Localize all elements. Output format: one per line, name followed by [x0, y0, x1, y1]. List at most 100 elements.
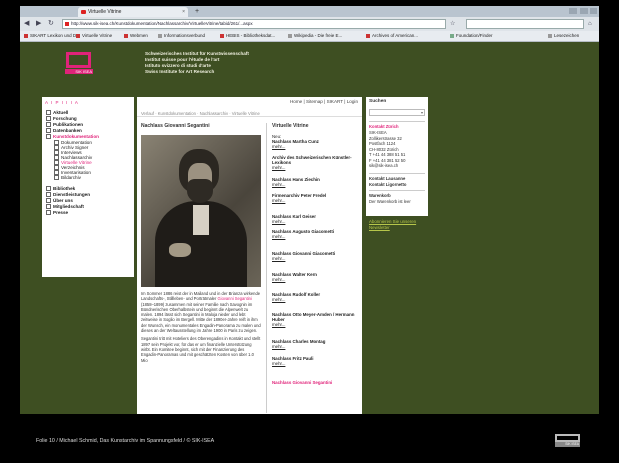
vitrine-item[interactable]: Nachlass Charles Montag mehr...: [272, 339, 358, 349]
mehr-link[interactable]: mehr...: [272, 256, 358, 261]
text-size-tools[interactable]: A I P I I I A: [45, 100, 79, 105]
slide: Virtuelle Vitrine × + ◀ ▶ ↻ http://www.s…: [0, 0, 619, 463]
contact-line: Postfach 1124: [369, 141, 396, 146]
url-bar[interactable]: http://www.sik-isea.ch/Kunstdokumentatio…: [62, 19, 446, 29]
mehr-link[interactable]: mehr...: [272, 297, 358, 302]
close-tab-icon[interactable]: ×: [182, 7, 185, 17]
logo-caption: SIK ISEA: [65, 69, 93, 74]
close-window-icon[interactable]: [590, 8, 597, 14]
vitrine-item[interactable]: Nachlass Fritz Pauli mehr...: [272, 356, 358, 366]
warenkorb-title: Warenkorb: [369, 193, 391, 198]
vitrine-item[interactable]: Nachlass Karl Geiser mehr...: [272, 214, 358, 224]
bookmark-item[interactable]: Foundation/Finder: [450, 31, 493, 41]
bullet-icon: [46, 134, 51, 140]
mehr-link[interactable]: mehr...: [272, 198, 358, 203]
contact-line: T +41 44 388 51 51: [369, 152, 406, 157]
tab-virtuelle-vitrine[interactable]: Virtuelle Vitrine ×: [78, 7, 188, 17]
vitrine-item[interactable]: Nachlass Hans Ziechin mehr...: [272, 177, 358, 187]
kontakt-lugano-link[interactable]: Kontakt Ligornetto: [369, 182, 406, 187]
mehr-link[interactable]: mehr...: [272, 361, 358, 366]
mehr-link[interactable]: mehr...: [272, 165, 358, 170]
bookmarks-bar: SIKART Lexikon und D... Virtuelle Vitrin…: [20, 31, 599, 42]
left-navigation: A I P I I I A Aktuell Forschung Publikatio…: [42, 97, 134, 277]
vitrine-item[interactable]: Nachlass Augusto Giacometti mehr...: [272, 229, 358, 239]
abonnieren-link[interactable]: Abonnieren Sie unseren: [369, 219, 416, 224]
home-icon[interactable]: ⌂: [588, 19, 592, 29]
segantini-portrait-image: [141, 135, 261, 287]
warenkorb-text: Der Warenkorb ist leer: [369, 199, 411, 204]
left-nav-item[interactable]: Bibliothek: [46, 186, 75, 192]
vitrine-item[interactable]: Nachlass Otto Meyer-Amden / Hermann Hube…: [272, 312, 358, 328]
bookmark-item[interactable]: Lesezeichen: [548, 31, 579, 41]
vitrine-heading: Virtuelle Vitrine: [272, 123, 309, 129]
bookmark-star-icon[interactable]: ☆: [450, 19, 455, 29]
breadcrumb[interactable]: Verlauf · Kunstdokumentation · Nachlassa…: [137, 110, 362, 117]
mehr-link[interactable]: mehr...: [272, 277, 358, 282]
left-nav-item[interactable]: Presse: [46, 210, 68, 216]
divider: [369, 190, 425, 191]
bookmark-item[interactable]: Webmen: [124, 31, 148, 41]
vitrine-item[interactable]: Nachlass Rudolf Koller mehr...: [272, 292, 358, 302]
right-sidebar: Suchen Kontakt Zürich SIK-ISEA Zollikerst…: [366, 97, 428, 216]
sik-isea-logo[interactable]: [66, 52, 91, 68]
mehr-link[interactable]: mehr...: [272, 182, 358, 187]
site-search-input[interactable]: [369, 109, 425, 116]
column-divider: [266, 123, 267, 413]
mehr-link[interactable]: mehr...: [272, 234, 358, 239]
bullet-icon: [46, 110, 51, 116]
reload-icon[interactable]: ↻: [48, 19, 54, 29]
navigation-bar: ◀ ▶ ↻ http://www.sik-isea.ch/Kunstdokume…: [20, 17, 599, 31]
top-links[interactable]: Home | Sitemap | SIKART | Login: [137, 98, 362, 105]
bookmark-item[interactable]: Wikipedia - Die freie E...: [288, 31, 342, 41]
favicon-icon: [81, 10, 86, 14]
tab-title: Virtuelle Vitrine: [88, 9, 122, 15]
left-nav-item[interactable]: Dienstleistungen: [46, 192, 90, 198]
slide-footer: Folie 10 / Michael Schmid, Das Kunstarch…: [36, 438, 215, 444]
bullet-icon: [46, 122, 51, 128]
bookmark-item[interactable]: Virtuelle Vitrine: [76, 31, 112, 41]
left-nav-item[interactable]: Bildarchiv: [54, 175, 81, 181]
maximize-icon[interactable]: [580, 8, 588, 14]
left-nav-item[interactable]: Forschung: [46, 116, 77, 122]
bookmark-item[interactable]: HEBIS - Bibliotheksdat...: [220, 31, 275, 41]
contact-line: Zollikerstrasse 32: [369, 135, 402, 141]
mehr-link[interactable]: mehr...: [272, 322, 358, 327]
back-icon[interactable]: ◀: [24, 19, 29, 29]
institute-name: Schweizerisches Institut für Kunstwissen…: [145, 51, 249, 74]
mehr-link[interactable]: mehr...: [272, 344, 358, 349]
page-title: Nachlass Giovanni Segantini: [141, 123, 210, 129]
vitrine-item[interactable]: Nachlass Walter Kern mehr...: [272, 272, 358, 282]
bookmark-item[interactable]: Informationsverbund: [158, 31, 205, 41]
vitrine-item[interactable]: Nachlass Martha Cunz mehr...: [272, 139, 358, 149]
segantini-link[interactable]: Giovanni Segantini: [217, 296, 251, 301]
newsletter-link[interactable]: Newsletter: [369, 225, 390, 230]
contact-line: CH-8032 Zürich: [369, 146, 399, 152]
left-nav-item[interactable]: Aktuell: [46, 110, 68, 116]
vitrine-item[interactable]: Nachlass Giovanni Segantini: [272, 380, 358, 385]
bookmark-item[interactable]: Archives of American...: [366, 31, 418, 41]
mehr-link[interactable]: mehr...: [272, 219, 358, 224]
new-tab-icon[interactable]: +: [192, 7, 202, 16]
vitrine-item[interactable]: Nachlass Giovanni Giacometti mehr...: [272, 251, 358, 261]
article-text: Im Sommer 1886 reist der in Mailand und …: [141, 291, 261, 363]
forward-icon[interactable]: ▶: [36, 19, 41, 29]
kontakt-lausanne-link[interactable]: Kontakt Lausanne: [369, 176, 405, 181]
search-box[interactable]: [466, 19, 584, 29]
left-nav-item[interactable]: Über uns: [46, 198, 73, 204]
vitrine-item[interactable]: Archiv des Schweizerischen Künstler-Lexi…: [272, 155, 358, 171]
minimize-icon[interactable]: [569, 8, 577, 14]
bookmark-item[interactable]: SIKART Lexikon und D...: [24, 31, 80, 41]
left-nav-item[interactable]: Kunstdokumentation: [46, 134, 99, 140]
left-nav-item[interactable]: Mitgliedschaft: [46, 204, 84, 210]
vitrine-item[interactable]: Firmenarchiv Peter Fredel mehr...: [272, 193, 358, 203]
contact-line: F +41 44 381 52 50: [369, 157, 406, 163]
bullet-icon: [46, 116, 51, 122]
bullet-icon: [46, 204, 51, 210]
left-nav-item[interactable]: Publikationen: [46, 122, 83, 128]
main-content: Home | Sitemap | SIKART | Login Verlauf …: [137, 97, 362, 414]
contact-line[interactable]: sik@sik-isea.ch: [369, 163, 398, 168]
bullet-icon: [46, 186, 51, 192]
bullet-icon: [46, 128, 51, 134]
mehr-link[interactable]: mehr...: [272, 144, 358, 149]
left-nav-item[interactable]: Datenbanken: [46, 128, 82, 134]
